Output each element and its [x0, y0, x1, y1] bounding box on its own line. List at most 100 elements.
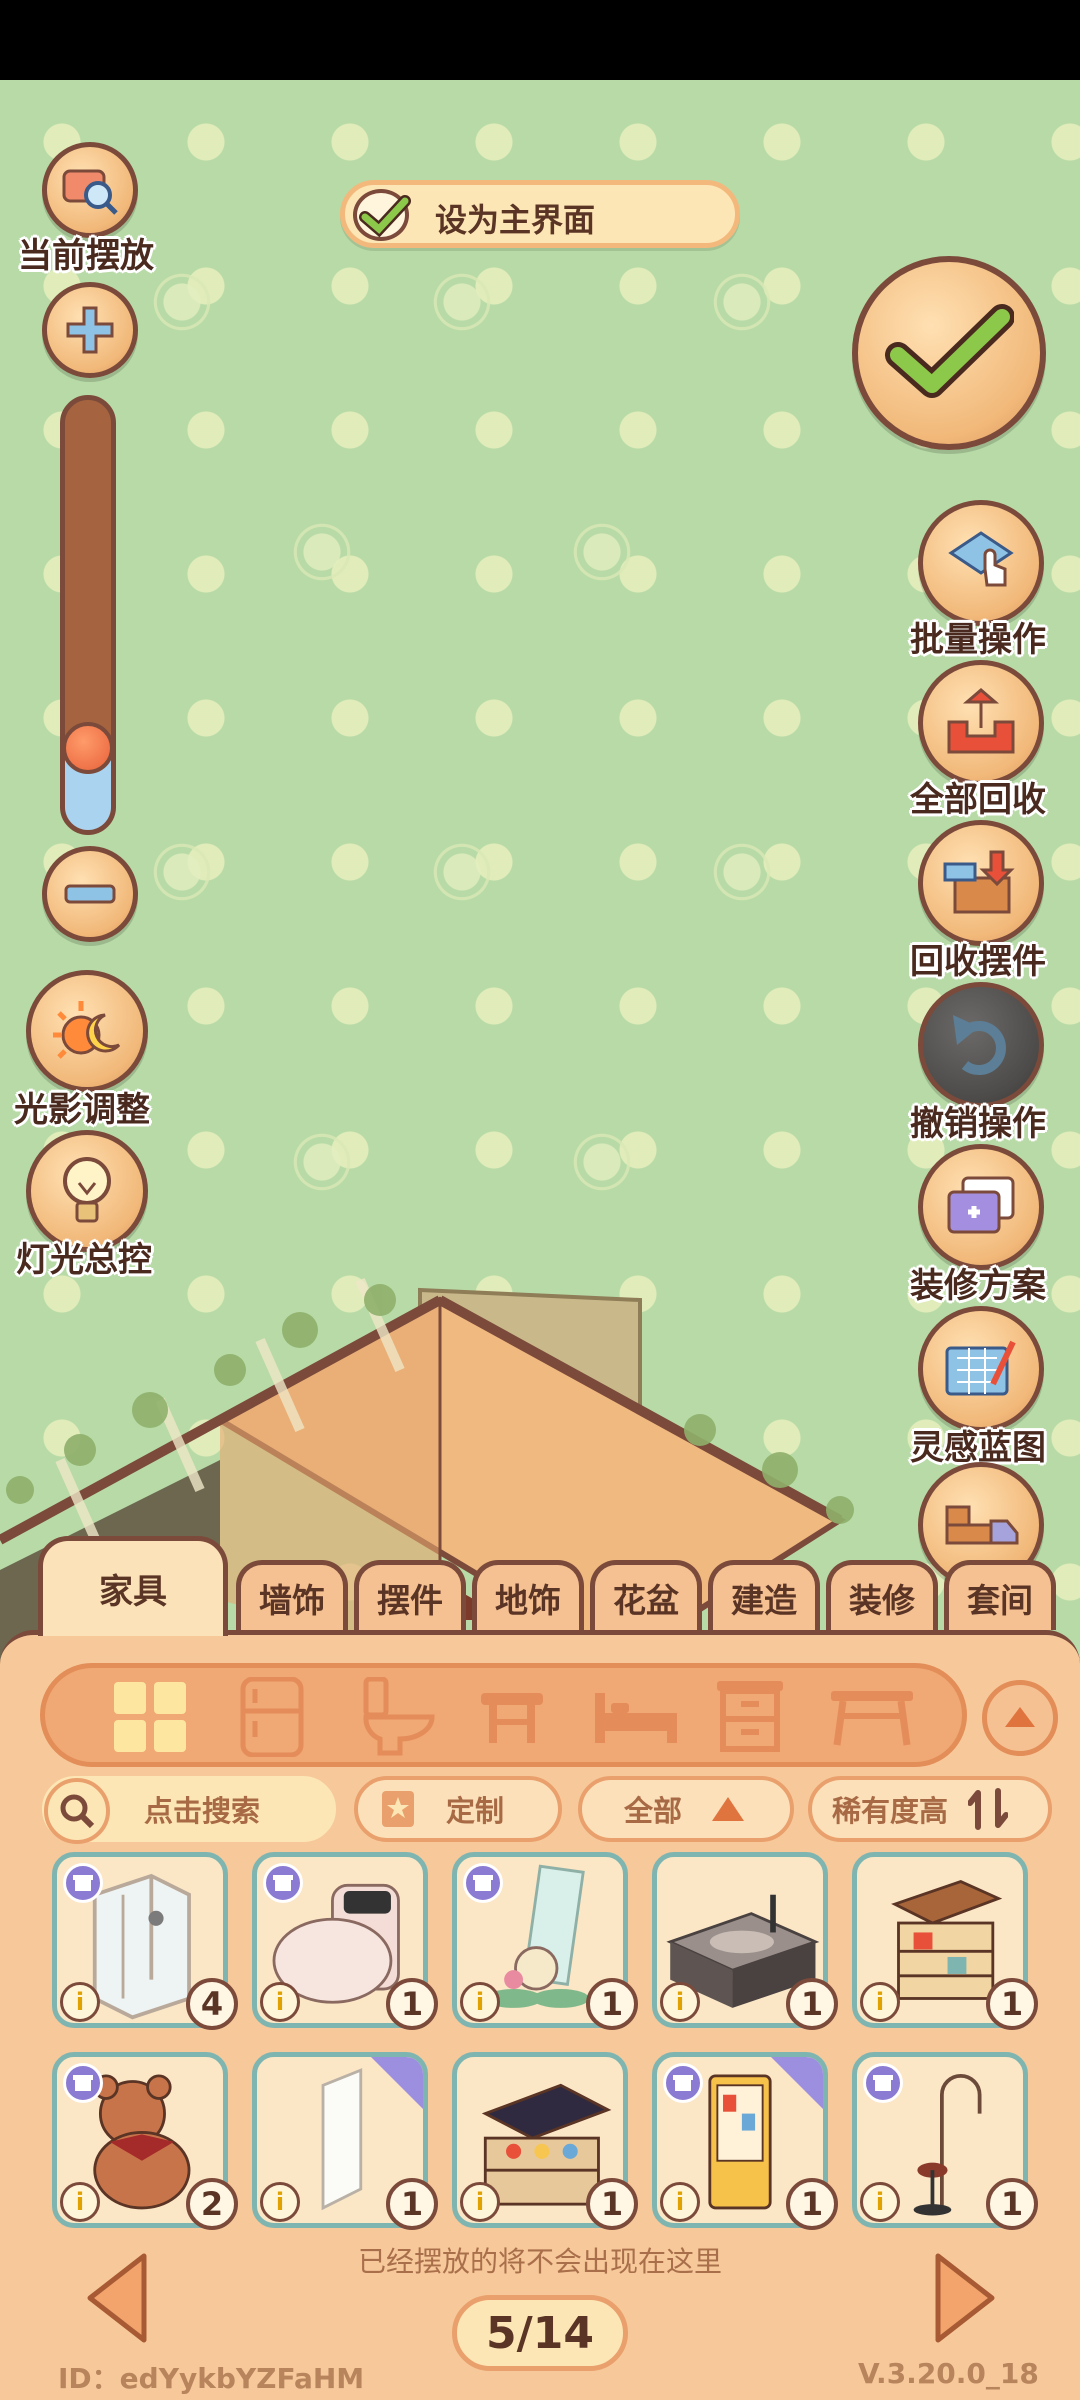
recycle-all-label: 全部回收 [910, 780, 1046, 820]
box-icon [263, 1863, 303, 1903]
sun-pattern [290, 520, 354, 584]
tab-suites[interactable]: 套间 [944, 1560, 1056, 1630]
tab-decorate[interactable]: 装修 [826, 1560, 938, 1630]
prev-page-arrow-icon[interactable] [82, 2250, 152, 2346]
tab-floor-decor[interactable]: 地饰 [472, 1560, 584, 1630]
paint-corner-badge [367, 2057, 423, 2113]
sun-pattern [570, 520, 634, 584]
item-count: 1 [586, 1978, 638, 2030]
info-icon[interactable]: i [60, 1982, 100, 2022]
item-count: 4 [186, 1978, 238, 2030]
info-icon[interactable]: i [460, 1982, 500, 2022]
batch-select-icon [948, 531, 1014, 587]
checkbox[interactable] [353, 189, 411, 241]
recycle-all-button[interactable] [918, 660, 1044, 786]
plus-icon [66, 306, 114, 354]
info-icon[interactable]: i [260, 1982, 300, 2022]
item-count: 1 [586, 2178, 638, 2230]
table-icon[interactable] [822, 1680, 922, 1754]
grid-icon[interactable] [100, 1680, 200, 1754]
light-shadow-label: 光影调整 [14, 1090, 150, 1130]
renovation-plan-label: 装修方案 [910, 1266, 1046, 1306]
sort-label: 稀有度高 [832, 1794, 949, 1828]
info-icon[interactable]: i [260, 2182, 300, 2222]
box-icon [463, 1863, 503, 1903]
next-page-arrow-icon[interactable] [930, 2250, 1000, 2346]
info-icon[interactable]: i [660, 2182, 700, 2222]
set-main-toggle[interactable]: 设为主界面 [340, 180, 740, 248]
bulb-icon [63, 1157, 111, 1223]
item-count: 1 [386, 2178, 438, 2230]
item-count: 2 [186, 2178, 238, 2230]
bed-icon[interactable] [586, 1680, 686, 1754]
undo-label: 撤销操作 [910, 1104, 1046, 1144]
status-bar [0, 0, 1080, 80]
recycle-items-button[interactable] [918, 820, 1044, 946]
custom-filter-label: 定制 [446, 1794, 505, 1828]
custom-filter-button[interactable]: 定制 [354, 1776, 562, 1842]
renovation-plan-button[interactable] [918, 1144, 1044, 1270]
minus-icon [64, 884, 116, 904]
sun-moon-icon [53, 1001, 121, 1059]
user-id: ID：edYykbYZFaHM [58, 2362, 365, 2395]
item-count: 1 [986, 1978, 1038, 2030]
paint-corner-badge [767, 2057, 823, 2113]
cabinet-icon[interactable] [700, 1680, 800, 1754]
sun-pattern [150, 270, 214, 334]
zoom-out-button[interactable] [42, 846, 138, 942]
item-count: 1 [386, 1978, 438, 2030]
info-icon[interactable]: i [660, 1982, 700, 2022]
undo-button[interactable] [918, 982, 1044, 1108]
search-field[interactable]: 点击搜索 [42, 1776, 336, 1844]
blueprint-button[interactable] [918, 1306, 1044, 1432]
recycle-tray-icon [947, 688, 1015, 754]
confirm-button[interactable] [852, 256, 1046, 450]
info-icon[interactable]: i [60, 2182, 100, 2222]
chevron-up-icon [1005, 1707, 1035, 1727]
plan-cards-icon [947, 1176, 1015, 1234]
check-icon [885, 304, 1014, 398]
light-master-label: 灯光总控 [16, 1240, 152, 1280]
sort-rarity-button[interactable]: 稀有度高 [808, 1776, 1052, 1842]
all-filter-label: 全部 [624, 1794, 683, 1828]
collapse-button[interactable] [982, 1680, 1058, 1756]
tab-furniture[interactable]: 家具 [38, 1536, 228, 1636]
triangle-up-icon [712, 1797, 745, 1821]
tab-build[interactable]: 建造 [708, 1560, 820, 1630]
tab-wall-decor[interactable]: 墙饰 [236, 1560, 348, 1630]
recycle-items-label: 回收摆件 [910, 942, 1046, 982]
item-count: 1 [786, 2178, 838, 2230]
sun-pattern [430, 840, 494, 904]
stool-icon[interactable] [462, 1680, 562, 1754]
box-icon [863, 2063, 903, 2103]
item-count: 1 [786, 1978, 838, 2030]
sort-icon [968, 1788, 1009, 1830]
check-icon [359, 195, 411, 238]
current-placed-button[interactable] [42, 142, 138, 238]
batch-operation-label: 批量操作 [910, 620, 1046, 660]
zoom-in-button[interactable] [42, 282, 138, 378]
batch-operation-button[interactable] [918, 500, 1044, 626]
box-arrow-icon [943, 850, 1015, 914]
tab-ornaments[interactable]: 摆件 [354, 1560, 466, 1630]
undo-icon [953, 1015, 1006, 1075]
fridge-icon[interactable] [222, 1677, 322, 1757]
search-icon [44, 1778, 110, 1844]
search-placeholder: 点击搜索 [144, 1794, 261, 1828]
toilet-icon[interactable] [348, 1677, 448, 1756]
info-icon[interactable]: i [860, 2182, 900, 2222]
tab-flowerpots[interactable]: 花盆 [590, 1560, 702, 1630]
placement-hint: 已经摆放的将不会出现在这里 [357, 2245, 722, 2278]
light-shadow-button[interactable] [26, 970, 148, 1092]
info-icon[interactable]: i [460, 2182, 500, 2222]
magnify-icon [62, 169, 118, 215]
sun-pattern [710, 270, 774, 334]
truck-icon [945, 1505, 1019, 1545]
box-icon [663, 2063, 703, 2103]
zoom-slider-thumb[interactable] [62, 722, 114, 774]
blueprint-icon [945, 1340, 1016, 1396]
all-filter-dropdown[interactable]: 全部 [578, 1776, 794, 1842]
info-icon[interactable]: i [860, 1982, 900, 2022]
box-icon [63, 2063, 103, 2103]
sun-pattern [150, 840, 214, 904]
